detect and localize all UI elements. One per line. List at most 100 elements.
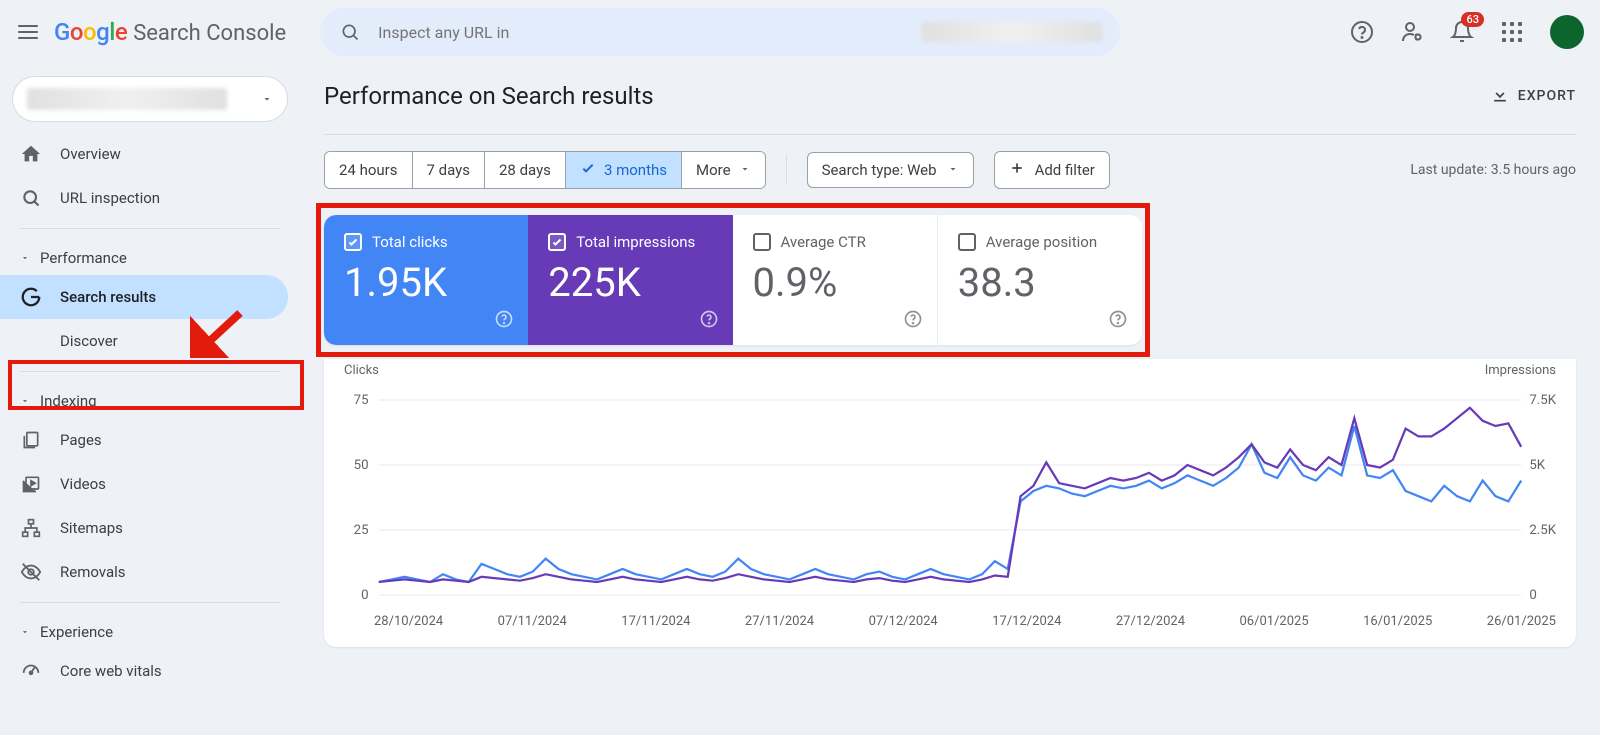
chevron-down-icon [739, 161, 751, 179]
property-selector[interactable] [12, 76, 288, 122]
metric-value: 38.3 [958, 259, 1122, 306]
metric-card-clicks[interactable]: Total clicks 1.95K [324, 215, 528, 345]
chevron-down-icon [20, 249, 30, 267]
date-tick: 28/10/2024 [374, 614, 443, 629]
apps-grid-icon[interactable] [1500, 20, 1524, 44]
add-filter-label: Add filter [1035, 161, 1095, 179]
date-tick: 27/12/2024 [1116, 614, 1185, 629]
nav-overview[interactable]: Overview [0, 132, 288, 176]
performance-chart[interactable]: Clicks Impressions 75 50 25 0 7.5K 5K [324, 359, 1576, 647]
help-icon[interactable] [1108, 309, 1128, 333]
nav-core-web-vitals[interactable]: Core web vitals [0, 649, 288, 693]
search-type-label: Search type: Web [822, 161, 937, 179]
date-tick: 07/11/2024 [498, 614, 567, 629]
metric-label: Average CTR [781, 233, 866, 251]
metric-card-position[interactable]: Average position 38.3 [938, 215, 1142, 345]
svg-text:7.5K: 7.5K [1529, 393, 1556, 408]
range-more[interactable]: More [682, 152, 765, 188]
metric-value: 1.95K [344, 259, 508, 306]
svg-text:5K: 5K [1529, 458, 1546, 473]
notifications-icon[interactable]: 63 [1450, 20, 1474, 44]
notification-badge: 63 [1461, 12, 1484, 27]
help-icon[interactable] [903, 309, 923, 333]
redacted-property-name [27, 88, 227, 110]
help-icon[interactable] [699, 309, 719, 333]
metric-card-impressions[interactable]: Total impressions 225K [528, 215, 732, 345]
chart-left-header: Clicks [344, 363, 379, 378]
nav-section-performance[interactable]: Performance [0, 237, 300, 275]
download-icon [1490, 84, 1510, 108]
visibility-off-icon [20, 561, 42, 583]
search-icon [338, 20, 362, 44]
account-avatar[interactable] [1550, 15, 1584, 49]
pages-icon [20, 430, 42, 450]
metric-label: Total clicks [372, 233, 448, 251]
range-more-label: More [696, 161, 731, 179]
user-settings-icon[interactable] [1400, 20, 1424, 44]
search-type-filter[interactable]: Search type: Web [807, 152, 974, 188]
chevron-down-icon [20, 623, 30, 641]
nav-section-indexing[interactable]: Indexing [0, 380, 300, 418]
export-button[interactable]: EXPORT [1490, 84, 1576, 108]
date-tick: 26/01/2025 [1487, 614, 1556, 629]
nav-search-results[interactable]: Search results [0, 275, 288, 319]
svg-text:75: 75 [354, 393, 369, 408]
nav-label: Videos [60, 475, 106, 493]
nav-pages[interactable]: Pages [0, 418, 288, 462]
help-icon[interactable] [494, 309, 514, 333]
chevron-down-icon [261, 90, 273, 109]
check-icon [580, 160, 596, 180]
help-icon[interactable] [1350, 20, 1374, 44]
videos-icon [20, 474, 42, 494]
product-logo: Google Search Console [54, 18, 286, 46]
export-label: EXPORT [1518, 88, 1576, 104]
nav-removals[interactable]: Removals [0, 550, 288, 594]
hamburger-menu[interactable] [16, 20, 40, 44]
last-update-text: Last update: 3.5 hours ago [1410, 162, 1576, 178]
date-tick: 16/01/2025 [1363, 614, 1432, 629]
toolbar-separator [786, 155, 787, 185]
chevron-down-icon [20, 392, 30, 410]
range-24h[interactable]: 24 hours [325, 152, 413, 188]
svg-text:0: 0 [1529, 588, 1536, 603]
range-3m-label: 3 months [604, 161, 667, 179]
svg-text:25: 25 [354, 523, 369, 538]
metric-value: 0.9% [753, 259, 917, 306]
metric-label: Average position [986, 233, 1097, 251]
nav-section-label: Indexing [40, 392, 97, 410]
nav-section-label: Performance [40, 249, 127, 267]
url-inspect-input[interactable] [378, 23, 906, 42]
range-28d[interactable]: 28 days [485, 152, 566, 188]
metric-label: Total impressions [576, 233, 695, 251]
range-3m[interactable]: 3 months [566, 152, 682, 188]
checkbox-unchecked-icon [958, 233, 976, 251]
home-icon [20, 143, 42, 165]
date-range-segmented: 24 hours 7 days 28 days 3 months More [324, 151, 766, 189]
nav-label: Core web vitals [60, 662, 162, 680]
checkbox-unchecked-icon [753, 233, 771, 251]
svg-text:0: 0 [361, 588, 368, 603]
add-filter-button[interactable]: Add filter [994, 151, 1110, 189]
range-7d[interactable]: 7 days [413, 152, 486, 188]
chart-right-header: Impressions [1485, 363, 1556, 378]
nav-section-experience[interactable]: Experience [0, 611, 300, 649]
asterisk-icon [20, 331, 42, 351]
nav-label: Removals [60, 563, 126, 581]
metric-card-ctr[interactable]: Average CTR 0.9% [733, 215, 938, 345]
nav-sitemaps[interactable]: Sitemaps [0, 506, 288, 550]
nav-videos[interactable]: Videos [0, 462, 288, 506]
google-wordmark: Google [54, 18, 127, 46]
svg-text:50: 50 [354, 458, 369, 473]
page-title: Performance on Search results [324, 82, 654, 110]
nav-label: Overview [60, 145, 121, 163]
nav-label: Sitemaps [60, 519, 123, 537]
nav-label: Search results [60, 288, 156, 306]
g-icon [20, 286, 42, 308]
nav-url-inspection[interactable]: URL inspection [0, 176, 288, 220]
date-tick: 07/12/2024 [869, 614, 938, 629]
chart-svg: 75 50 25 0 7.5K 5K 2.5K 0 [338, 380, 1562, 610]
date-tick: 17/11/2024 [621, 614, 690, 629]
url-inspect-searchbox[interactable] [320, 8, 1120, 56]
date-tick: 06/01/2025 [1239, 614, 1308, 629]
nav-discover[interactable]: Discover [0, 319, 288, 363]
